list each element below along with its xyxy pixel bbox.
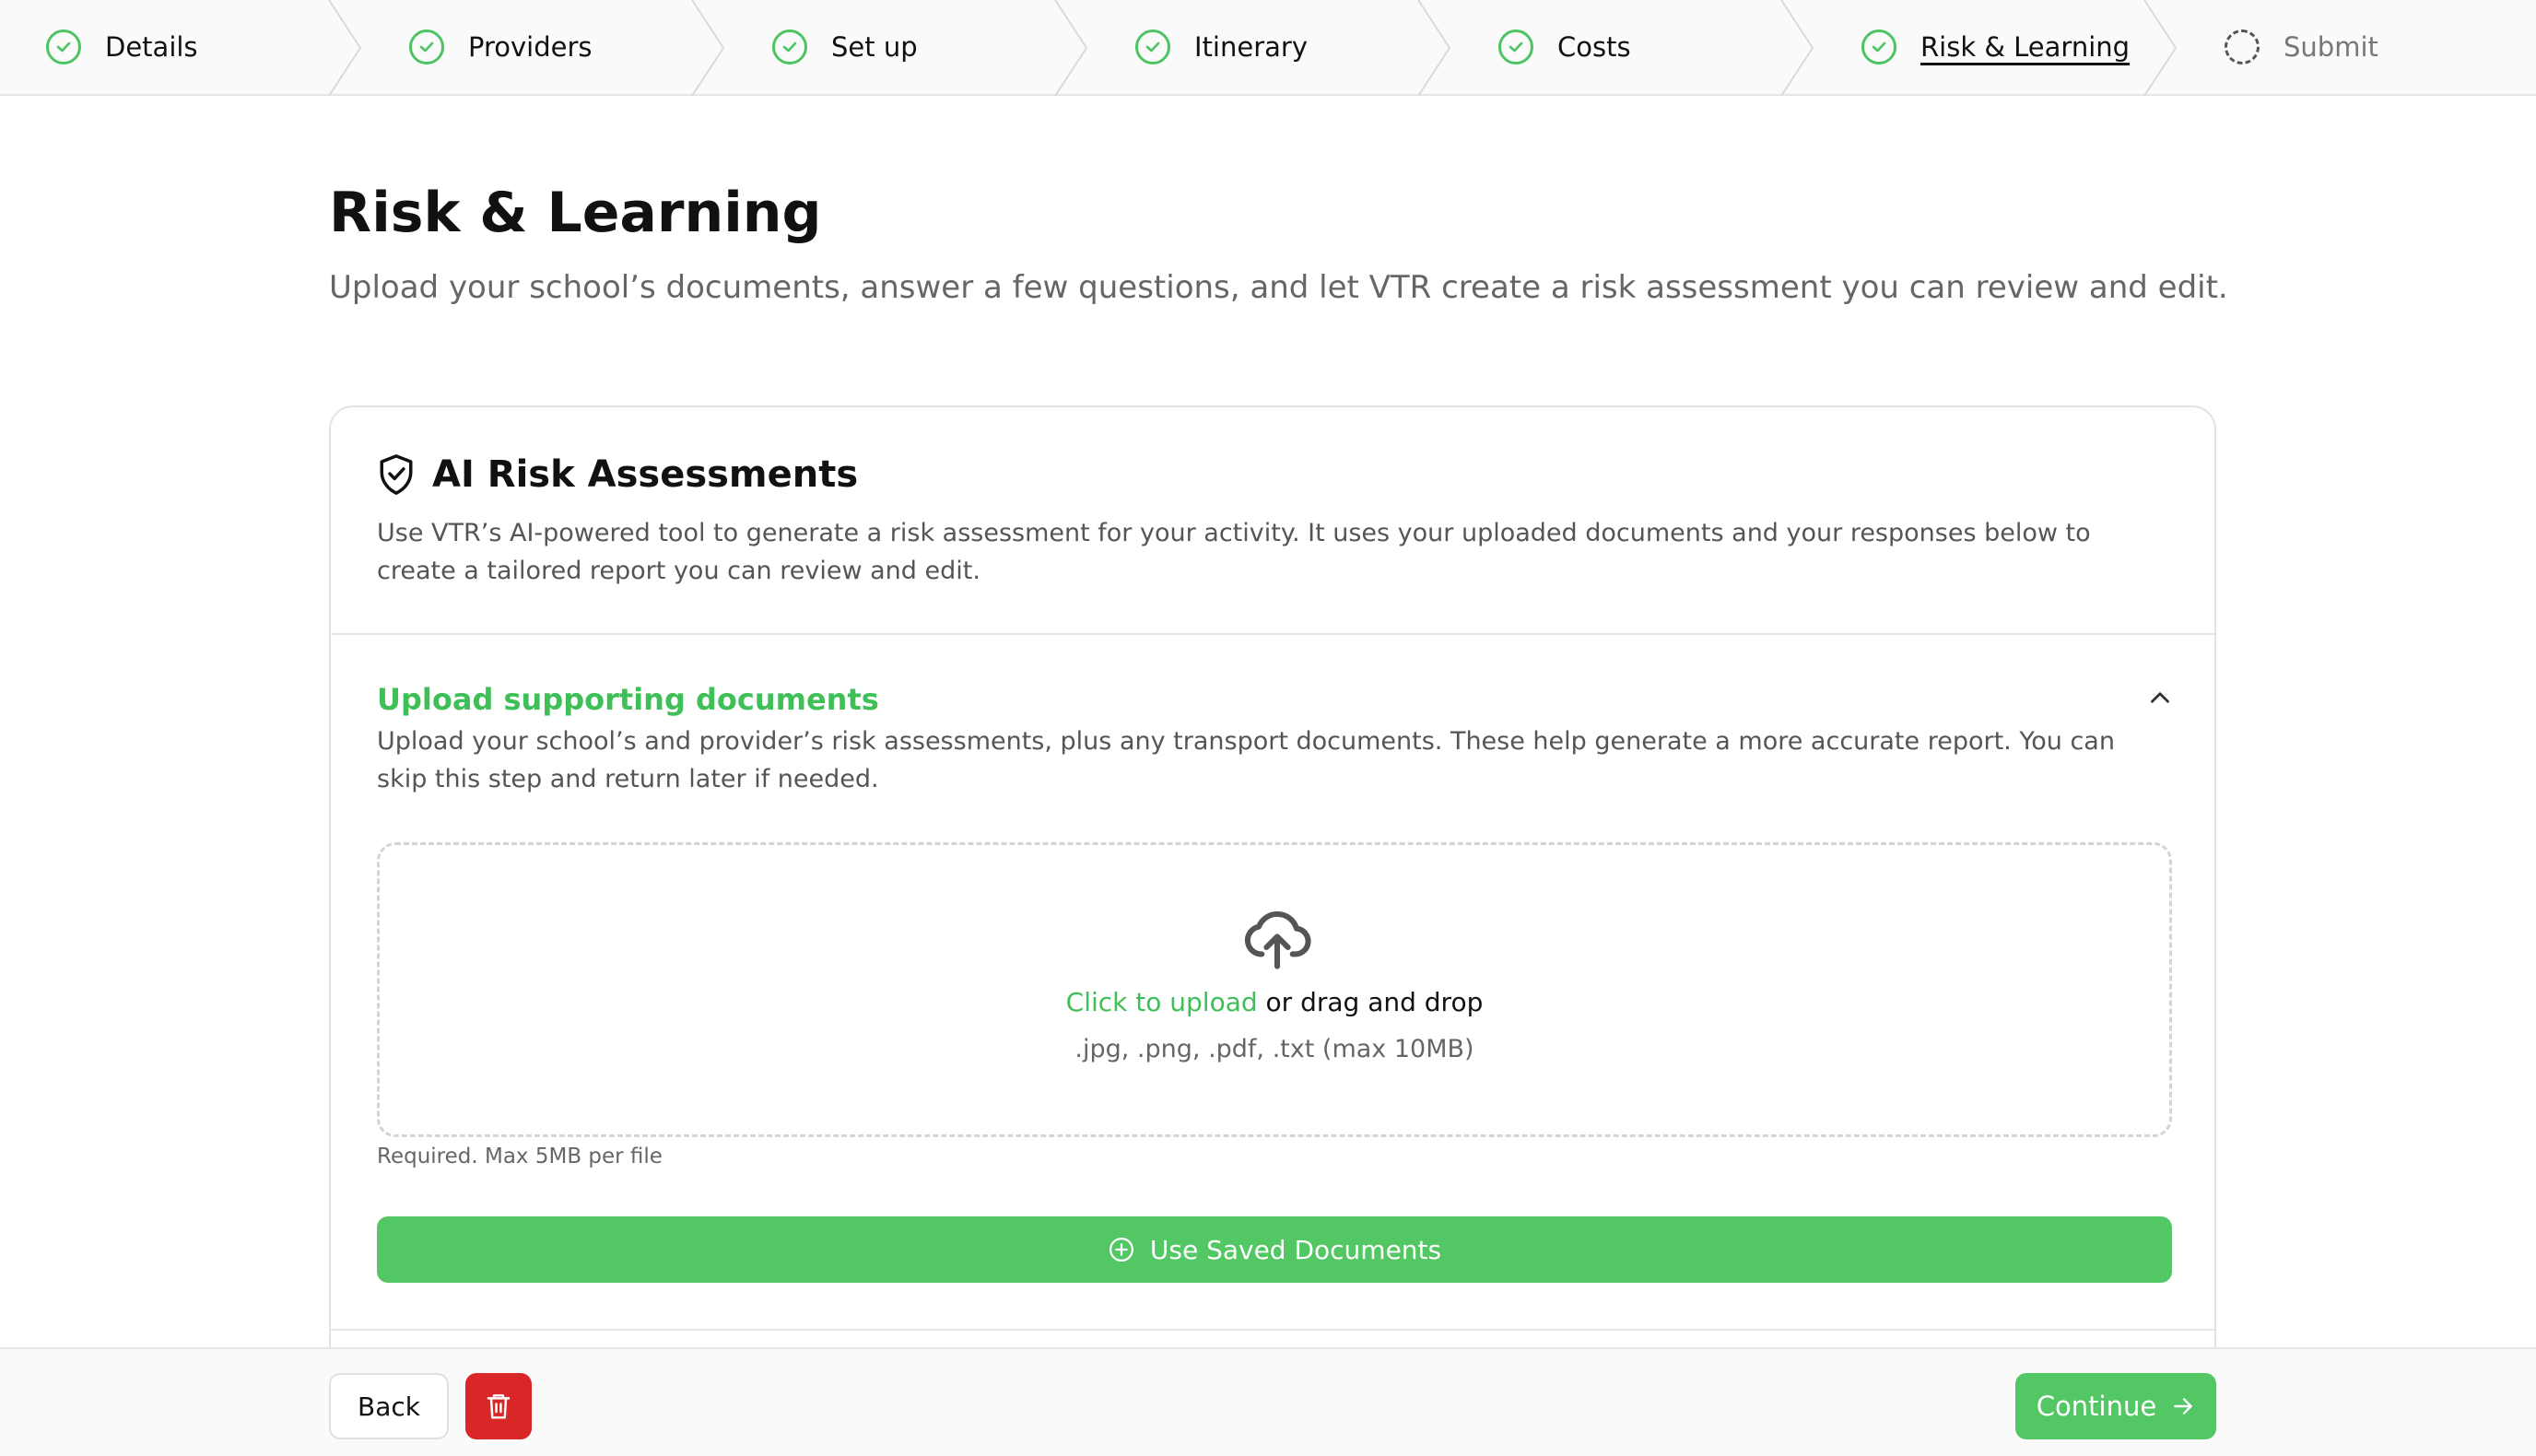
ai-risk-assessment-card: AI Risk Assessments Use VTR’s AI-powered… xyxy=(329,405,2216,1382)
check-circle-icon xyxy=(409,29,444,65)
step-details[interactable]: Details xyxy=(46,0,198,94)
card-title: AI Risk Assessments xyxy=(432,453,859,496)
drag-and-drop-text: or drag and drop xyxy=(1257,987,1484,1017)
continue-label: Continue xyxy=(2036,1391,2157,1422)
step-risk-learning[interactable]: Risk & Learning xyxy=(1861,0,2130,94)
arrow-right-icon xyxy=(2174,1398,2193,1415)
progress-stepper: Details Providers Set up Itinerary Costs… xyxy=(0,0,2536,96)
plus-circle-icon xyxy=(1109,1238,1133,1262)
upload-hint: Required. Max 5MB per file xyxy=(377,1145,663,1168)
step-separator xyxy=(328,0,362,96)
divider xyxy=(331,1329,2214,1331)
pending-circle-icon xyxy=(2225,29,2260,65)
page-title: Risk & Learning xyxy=(329,181,822,245)
footer-bar: Back Continue xyxy=(0,1347,2536,1456)
cloud-upload-icon xyxy=(1244,910,1311,969)
check-circle-icon xyxy=(1498,29,1533,65)
step-separator xyxy=(2143,0,2178,96)
card-description: Use VTR’s AI-powered tool to generate a … xyxy=(377,519,2091,585)
step-separator xyxy=(691,0,725,96)
upload-section-description: Upload your school’s and provider’s risk… xyxy=(377,727,2115,793)
step-costs[interactable]: Costs xyxy=(1498,0,1631,94)
step-set-up[interactable]: Set up xyxy=(772,0,918,94)
accepted-file-types: .jpg, .png, .pdf, .txt (max 10MB) xyxy=(1074,1035,1474,1063)
upload-section-title[interactable]: Upload supporting documents xyxy=(377,682,879,717)
dropzone-instruction: Click to upload or drag and drop xyxy=(380,987,2169,1017)
click-to-upload-link[interactable]: Click to upload xyxy=(1066,987,1258,1017)
check-circle-icon xyxy=(46,29,81,65)
page-subtitle: Upload your school’s documents, answer a… xyxy=(329,269,2228,306)
use-saved-documents-button[interactable]: Use Saved Documents xyxy=(377,1216,2172,1283)
delete-button[interactable] xyxy=(465,1373,532,1439)
step-separator xyxy=(1417,0,1451,96)
card-header: AI Risk Assessments xyxy=(377,453,858,496)
step-label: Providers xyxy=(468,31,593,63)
step-label: Costs xyxy=(1557,31,1631,63)
step-label: Risk & Learning xyxy=(1920,31,2131,63)
check-circle-icon xyxy=(1861,29,1896,65)
step-providers[interactable]: Providers xyxy=(409,0,593,94)
back-button[interactable]: Back xyxy=(329,1373,449,1439)
shield-check-icon xyxy=(380,454,413,495)
check-circle-icon xyxy=(1135,29,1170,65)
chevron-up-icon[interactable] xyxy=(2144,682,2176,713)
continue-button[interactable]: Continue xyxy=(2015,1373,2216,1439)
step-itinerary[interactable]: Itinerary xyxy=(1135,0,1308,94)
step-label: Set up xyxy=(831,31,918,63)
file-dropzone[interactable]: Click to upload or drag and drop .jpg, .… xyxy=(377,842,2172,1137)
step-label: Details xyxy=(105,31,198,63)
divider xyxy=(331,633,2214,635)
step-separator xyxy=(1780,0,1814,96)
step-submit[interactable]: Submit xyxy=(2225,0,2378,94)
trash-icon xyxy=(487,1394,511,1419)
step-label: Itinerary xyxy=(1194,31,1308,63)
use-saved-documents-label: Use Saved Documents xyxy=(1149,1234,1442,1265)
check-circle-icon xyxy=(772,29,807,65)
back-label: Back xyxy=(358,1391,420,1422)
step-label: Submit xyxy=(2284,31,2378,63)
step-separator xyxy=(1054,0,1088,96)
